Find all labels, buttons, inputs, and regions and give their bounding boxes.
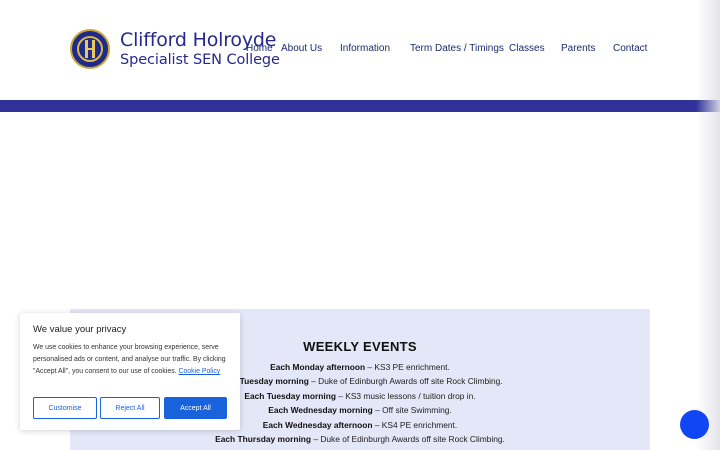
event-what: – KS4 PE enrichment.: [372, 419, 458, 430]
event-when: Each Wednesday morning: [268, 405, 373, 416]
cookie-banner-title: We value your privacy: [33, 324, 127, 335]
customise-button[interactable]: Customise: [33, 397, 97, 419]
event-when: Each Thursday morning: [215, 434, 312, 445]
nav-information[interactable]: Information: [340, 43, 390, 54]
chat-launcher-icon[interactable]: [680, 410, 709, 439]
nav-contact[interactable]: Contact: [613, 43, 647, 54]
page-edge-shadow: [696, 0, 720, 450]
event-when: Each Wednesday afternoon: [262, 419, 373, 430]
nav-term-dates[interactable]: Term Dates / Timings: [410, 43, 504, 54]
event-when: Each Monday afternoon: [270, 362, 366, 372]
event-item: Each Thursday morning – Duke of Edinburg…: [70, 432, 650, 446]
header-band: [0, 100, 720, 112]
event-when: Each Tuesday morning: [244, 390, 336, 401]
cookie-consent-banner: We value your privacy We use cookies to …: [20, 313, 240, 430]
event-what: – Duke of Edinburgh Awards off site Rock…: [308, 376, 503, 387]
site-header: Clifford Holroyde Specialist SEN College…: [0, 0, 720, 100]
cookie-policy-link[interactable]: Cookie Policy: [178, 368, 220, 375]
event-what: – Duke of Edinburgh Awards off site Rock…: [311, 434, 505, 445]
nav-parents[interactable]: Parents: [561, 43, 595, 54]
event-what: – KS3 PE enrichment.: [365, 362, 450, 372]
accept-all-button[interactable]: Accept All: [164, 397, 227, 419]
nav-about-us[interactable]: About Us: [281, 43, 322, 54]
event-what: – Off site Swimming.: [372, 405, 452, 416]
event-what: – KS3 music lessons / tuition drop in.: [335, 390, 476, 401]
reject-all-button[interactable]: Reject All: [100, 397, 160, 419]
nav-home[interactable]: Home: [246, 43, 273, 54]
nav-classes[interactable]: Classes: [509, 43, 545, 54]
cookie-banner-text: We use cookies to enhance your browsing …: [33, 342, 229, 378]
main-nav: Home About Us Information Term Dates / T…: [0, 43, 720, 57]
